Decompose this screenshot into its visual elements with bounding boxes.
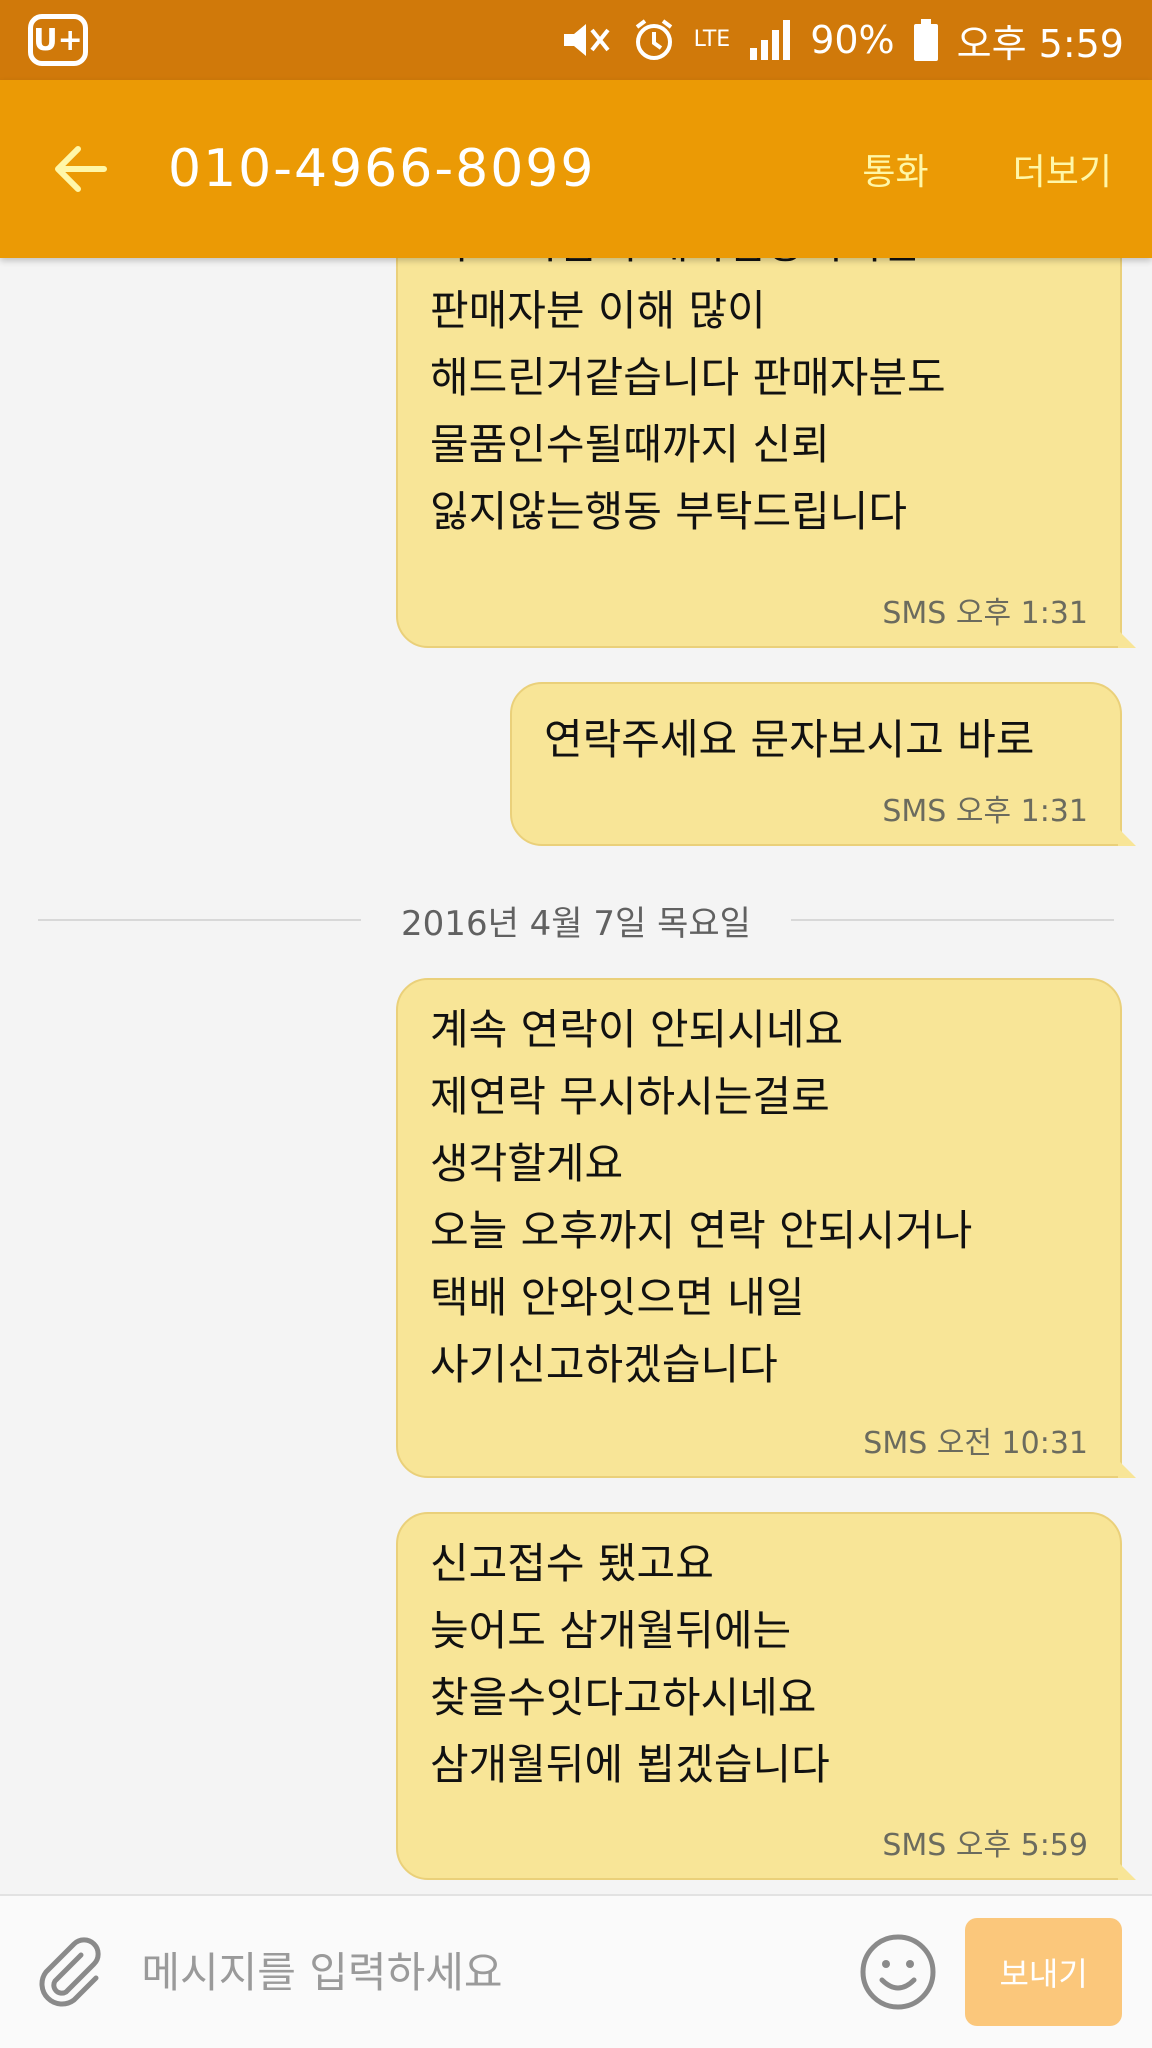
alarm-icon <box>632 18 676 62</box>
signal-icon <box>748 18 792 62</box>
clock: 오후 5:59 <box>956 21 1124 66</box>
message-line: 생각할게요 <box>430 1139 624 1188</box>
send-button[interactable]: 보내기 <box>965 1918 1123 2026</box>
lte-label: LTE <box>693 27 731 52</box>
back-button[interactable] <box>40 129 120 209</box>
call-button[interactable]: 통화 <box>862 143 928 195</box>
status-bar: U+ LTE 90% 오후 5:59 <box>0 0 1152 80</box>
lte-icon: LTE <box>694 29 731 51</box>
message-line: 제연락 무시하시는걸로 <box>430 1072 830 1121</box>
message-timestamp: SMS 오후 1:31 <box>882 794 1088 829</box>
date-divider: 2016년 4월 7일 목요일 <box>38 890 1114 950</box>
sent-message-bubble[interactable]: 계속 연락이 안되시네요 제연락 무시하시는걸로 생각할게요 오늘 오후까지 연… <box>396 978 1136 1478</box>
battery-icon <box>913 18 939 62</box>
mute-icon <box>560 18 614 62</box>
sent-message-bubble[interactable]: 신고접수 됐고요 늦어도 삼개월뒤에는 찾을수잇다고하시네요 삼개월뒤에 뵙겠습… <box>396 1512 1136 1880</box>
message-list[interactable]: 저도 나름 구매자입장이지만 판매자분 이해 많이 해드린거같습니다 판매자분도… <box>0 258 1152 1894</box>
contact-number-title: 010-4966-8099 <box>168 139 596 199</box>
sent-message-bubble[interactable]: 저도 나름 구매자입장이지만 판매자분 이해 많이 해드린거같습니다 판매자분도… <box>396 258 1136 648</box>
message-line: 잃지않는행동 부탁드립니다 <box>430 487 908 536</box>
message-input[interactable] <box>139 1926 828 2018</box>
carrier-logo: U+ <box>28 14 88 66</box>
message-line: 택배 안와잇으면 내일 <box>430 1273 805 1322</box>
message-line: 저도 나름 구매자입장이지만 <box>430 258 1090 277</box>
date-divider-label: 2016년 4월 7일 목요일 <box>401 903 751 944</box>
message-line: 신고접수 됐고요 <box>430 1539 714 1588</box>
message-line: 판매자분 이해 많이 <box>430 286 766 335</box>
paperclip-icon <box>39 1937 101 2007</box>
back-arrow-icon <box>55 146 107 192</box>
message-line: 찾을수잇다고하시네요 <box>430 1673 817 1722</box>
message-line: 사기신고하겠습니다 <box>430 1340 778 1389</box>
message-line: 삼개월뒤에 뵙겠습니다 <box>430 1740 830 1789</box>
more-button[interactable]: 더보기 <box>1013 143 1112 195</box>
message-line: 해드린거같습니다 판매자분도 <box>430 353 946 402</box>
message-line: 계속 연락이 안되시네요 <box>430 1005 844 1054</box>
message-line: 늦어도 삼개월뒤에는 <box>430 1606 792 1655</box>
emoji-button[interactable] <box>856 1930 939 2014</box>
battery-level: 90% <box>810 18 895 62</box>
smiley-icon <box>860 1934 936 2010</box>
message-line: 오늘 오후까지 연락 안되시거나 <box>430 1206 973 1255</box>
sent-message-bubble[interactable]: 연락주세요 문자보시고 바로 SMS 오후 1:31 <box>510 682 1136 846</box>
message-timestamp: SMS 오후 1:31 <box>882 596 1088 631</box>
message-line: 연락주세요 문자보시고 바로 <box>544 715 1035 764</box>
message-composer: 보내기 <box>0 1894 1152 2048</box>
attach-button[interactable] <box>30 1932 109 2012</box>
message-timestamp: SMS 오후 5:59 <box>882 1828 1088 1863</box>
conversation-header: 010-4966-8099 통화 더보기 <box>0 80 1152 258</box>
message-line: 물품인수될때까지 신뢰 <box>430 420 830 469</box>
message-timestamp: SMS 오전 10:31 <box>863 1426 1088 1461</box>
